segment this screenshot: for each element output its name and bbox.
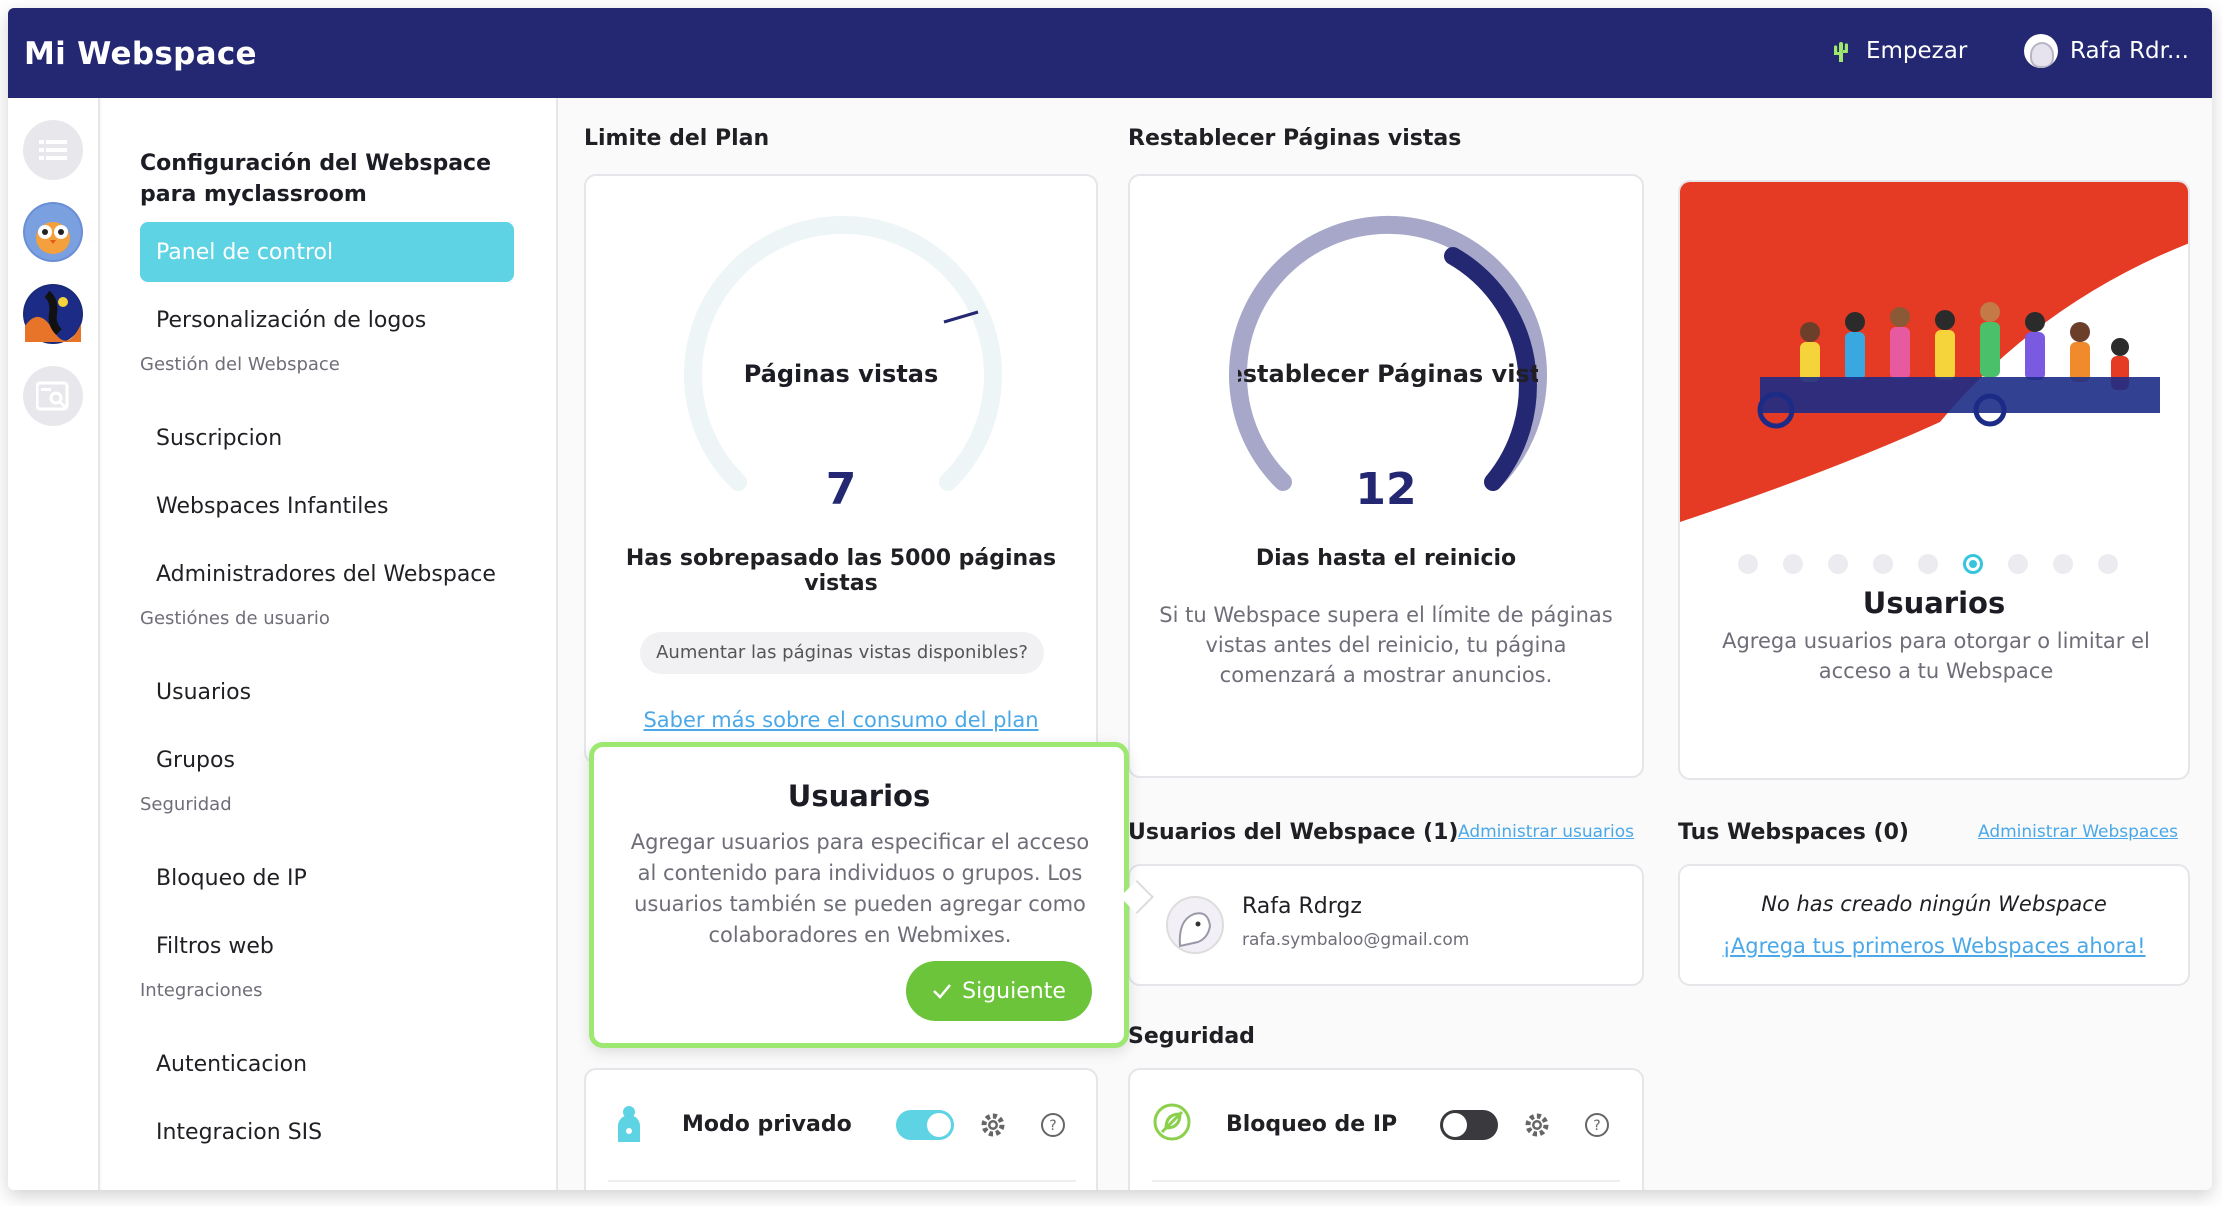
carousel-dot[interactable]: [2098, 554, 2118, 574]
app-title: Mi Webspace: [24, 36, 257, 72]
no-webspaces-text: No has creado ningún Webspace: [1761, 892, 2107, 916]
empezar-label: Empezar: [1866, 38, 1968, 64]
user-full-name: Rafa Rdrgz: [1242, 894, 1362, 919]
tooltip-title: Usuarios: [787, 779, 931, 813]
carousel-dot[interactable]: [2008, 554, 2028, 574]
sidebar-section-usuarios: Gestiónes de usuario: [140, 608, 330, 629]
tooltip-body: Agregar usuarios para especificar el acc…: [630, 830, 1090, 947]
next-button-label: Siguiente: [962, 978, 1066, 1004]
sidebar-item-panel-de-control[interactable]: Panel de control: [140, 222, 514, 282]
reset-description: Si tu Webspace supera el límite de págin…: [1159, 603, 1613, 687]
carousel-dot[interactable]: [1873, 554, 1893, 574]
plan-heading: Limite del Plan: [584, 126, 770, 151]
settings-sidebar: Configuración del Webspace para myclassr…: [102, 98, 558, 1190]
list-icon: [39, 140, 67, 160]
carousel-dot[interactable]: [2053, 554, 2073, 574]
user-avatar-icon: [1178, 912, 1212, 948]
plan-gauge-label: Páginas vistas: [743, 360, 939, 388]
sidebar-item-administradores[interactable]: Administradores del Webspace: [156, 562, 496, 587]
search-webspace-icon[interactable]: [23, 366, 83, 426]
sidebar-item-personalizacion-logos[interactable]: Personalización de logos: [156, 308, 426, 333]
list-view-icon[interactable]: [23, 120, 83, 180]
sidebar-section-gestion: Gestión del Webspace: [140, 354, 340, 375]
webspace-users-heading: Usuarios del Webspace (1): [1128, 820, 1459, 845]
sidebar-title: Configuración del Webspace para myclassr…: [140, 151, 492, 207]
ip-block-card: Bloqueo de IP ?: [1128, 1068, 1644, 1190]
search-icon: [36, 381, 69, 411]
user-menu[interactable]: Rafa Rdr...: [2024, 34, 2189, 68]
shield-leaf-icon: [1153, 1103, 1191, 1141]
carousel-dot[interactable]: [1828, 554, 1848, 574]
svg-text:?: ?: [1593, 1118, 1600, 1134]
sidebar-item-autenticacion[interactable]: Autenticacion: [156, 1052, 307, 1077]
user-email: rafa.symbaloo@gmail.com: [1242, 930, 1470, 950]
empezar-button[interactable]: Empezar: [1830, 38, 1967, 64]
sidebar-section-integraciones: Integraciones: [140, 980, 263, 1001]
gear-icon[interactable]: [1524, 1112, 1550, 1138]
carousel-title: Usuarios: [1862, 586, 2006, 620]
manage-webspaces-link[interactable]: Administrar Webspaces: [1978, 822, 2178, 842]
plan-gauge: [684, 215, 1002, 491]
webspace-avatar-art[interactable]: [23, 284, 83, 344]
sidebar-section-seguridad: Seguridad: [140, 794, 232, 815]
sidebar-item-grupos[interactable]: Grupos: [156, 748, 235, 773]
increase-pageviews-button[interactable]: Aumentar las páginas vistas disponibles?: [640, 632, 1044, 674]
webspace-user-card: Rafa Rdrgz rafa.symbaloo@gmail.com: [1128, 864, 1644, 986]
plan-gauge-value: 7: [825, 464, 857, 515]
art-avatar-icon: [25, 286, 81, 342]
your-webspaces-heading: Tus Webspaces (0): [1678, 820, 1909, 845]
sidebar-item-bloqueo-ip[interactable]: Bloqueo de IP: [156, 866, 307, 891]
top-bar: Mi Webspace Empezar Rafa Rdr...: [8, 8, 2212, 98]
divider: [608, 1180, 1076, 1182]
plan-message: Has sobrepasado las 5000 páginas vistas: [625, 546, 1057, 596]
question-circle-icon[interactable]: ?: [1040, 1112, 1066, 1138]
check-icon: [933, 984, 952, 999]
person-icon: [618, 1106, 640, 1142]
sidebar-item-usuarios[interactable]: Usuarios: [156, 680, 251, 705]
carousel-dot[interactable]: [1738, 554, 1758, 574]
people-illustration: [1680, 182, 2188, 522]
carousel-dot[interactable]: [1918, 554, 1938, 574]
gear-icon[interactable]: [980, 1112, 1006, 1138]
reset-gauge-label: Restablecer Páginas vistas: [1238, 360, 1538, 388]
next-button[interactable]: Siguiente: [906, 961, 1092, 1021]
add-webspaces-link[interactable]: ¡Agrega tus primeros Webspaces ahora!: [1680, 934, 2188, 958]
sidebar-item-suscripcion[interactable]: Suscripcion: [156, 426, 282, 451]
manage-users-link[interactable]: Administrar usuarios: [1458, 822, 1634, 842]
app-window: Mi Webspace Empezar Rafa Rdr... Configur…: [8, 8, 2212, 1190]
onboarding-tooltip: Usuarios Agregar usuarios para especific…: [589, 742, 1154, 1048]
sidebar-item-webspaces-infantiles[interactable]: Webspaces Infantiles: [156, 494, 388, 519]
reset-gauge-value: 12: [1355, 464, 1417, 515]
svg-text:?: ?: [1049, 1118, 1056, 1134]
carousel-dot-active[interactable]: [1963, 554, 1983, 574]
carousel-dot[interactable]: [1783, 554, 1803, 574]
reset-days-label: Dias hasta el reinicio: [1255, 546, 1517, 571]
carousel-dots: [1738, 554, 2118, 574]
webspace-avatar-owl[interactable]: [23, 202, 83, 262]
avatar: [1166, 896, 1224, 954]
learn-more-link[interactable]: Saber más sobre el consumo del plan: [586, 708, 1096, 732]
carousel-subtitle: Agrega usuarios para otorgar o limitar e…: [1722, 629, 2150, 683]
ip-block-label: Bloqueo de IP: [1226, 1112, 1398, 1137]
owl-avatar-icon: [25, 204, 81, 260]
feature-carousel: Usuarios Agrega usuarios para otorgar o …: [1678, 180, 2190, 780]
sidebar-item-integracion-sis[interactable]: Integracion SIS: [156, 1120, 322, 1145]
private-mode-card: Modo privado ?: [584, 1068, 1098, 1190]
security-heading: Seguridad: [1128, 1024, 1255, 1049]
your-webspaces-card: No has creado ningún Webspace ¡Agrega tu…: [1678, 864, 2190, 986]
cactus-icon: [1834, 42, 1848, 62]
sidebar-item-filtros-web[interactable]: Filtros web: [156, 934, 274, 959]
private-mode-label: Modo privado: [682, 1112, 852, 1137]
divider: [1152, 1180, 1620, 1182]
private-mode-toggle[interactable]: [896, 1110, 954, 1140]
reset-gauge: [1229, 215, 1547, 491]
reset-heading: Restablecer Páginas vistas: [1128, 126, 1462, 151]
user-name: Rafa Rdr...: [2070, 38, 2189, 64]
icon-rail: [8, 98, 100, 1190]
plan-card: Páginas vistas 7 Has sobrepasado las 500…: [584, 174, 1098, 764]
question-circle-icon[interactable]: ?: [1584, 1112, 1610, 1138]
ip-block-toggle[interactable]: [1440, 1110, 1498, 1140]
avatar: [2024, 34, 2058, 68]
reset-card: Restablecer Páginas vistas 12 Dias hasta…: [1128, 174, 1644, 778]
